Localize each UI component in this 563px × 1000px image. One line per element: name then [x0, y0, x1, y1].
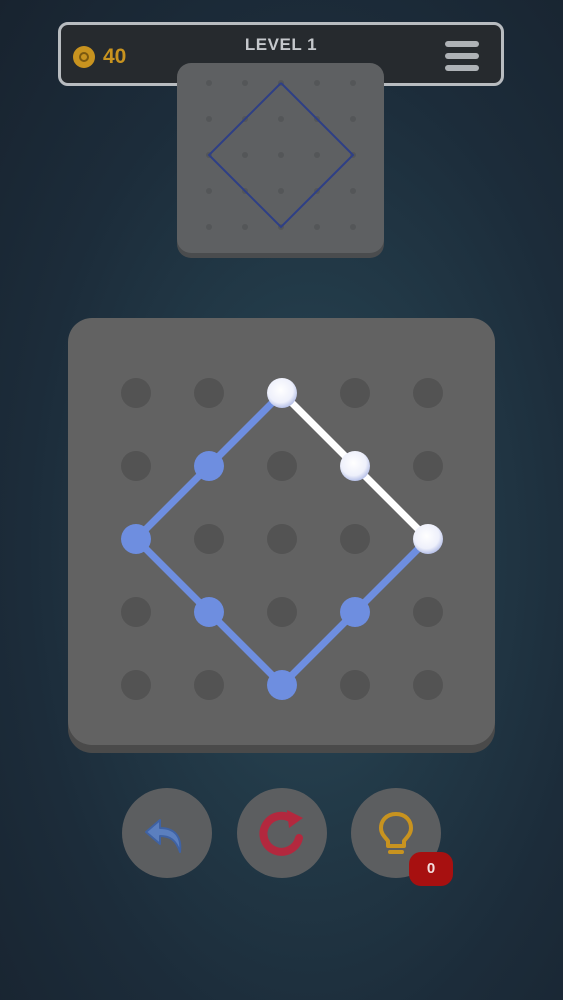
target-dot: [278, 152, 284, 158]
connected-node[interactable]: [340, 597, 370, 627]
grid-dot[interactable]: [340, 524, 370, 554]
grid-dot[interactable]: [121, 597, 151, 627]
grid-dot[interactable]: [194, 524, 224, 554]
grid-dot[interactable]: [267, 451, 297, 481]
target-dot: [242, 152, 248, 158]
grid-dot[interactable]: [267, 524, 297, 554]
connected-node[interactable]: [194, 597, 224, 627]
grid-dot[interactable]: [267, 597, 297, 627]
grid-dot[interactable]: [413, 597, 443, 627]
grid-dot[interactable]: [413, 670, 443, 700]
dot-grid[interactable]: [68, 318, 495, 745]
grid-dot[interactable]: [194, 670, 224, 700]
target-dot: [350, 116, 356, 122]
target-dot: [206, 224, 212, 230]
target-dot: [242, 80, 248, 86]
active-node[interactable]: [267, 378, 297, 408]
hamburger-menu-icon[interactable]: [445, 41, 479, 71]
target-dot: [206, 80, 212, 86]
grid-dot[interactable]: [121, 378, 151, 408]
target-dot: [278, 188, 284, 194]
connected-node[interactable]: [267, 670, 297, 700]
grid-dot[interactable]: [121, 451, 151, 481]
grid-dot[interactable]: [121, 670, 151, 700]
target-dot: [242, 224, 248, 230]
target-shape: [206, 80, 356, 230]
target-dot: [206, 188, 212, 194]
restart-button[interactable]: [237, 788, 327, 878]
grid-dot[interactable]: [194, 378, 224, 408]
active-node[interactable]: [413, 524, 443, 554]
target-dot: [278, 116, 284, 122]
target-dot: [206, 116, 212, 122]
target-shape-preview: [177, 63, 384, 253]
active-node[interactable]: [340, 451, 370, 481]
grid-dot[interactable]: [413, 451, 443, 481]
target-dot: [350, 224, 356, 230]
target-dot: [314, 80, 320, 86]
grid-dot[interactable]: [340, 670, 370, 700]
level-title: LEVEL 1: [244, 35, 318, 54]
target-dot: [350, 188, 356, 194]
connected-node[interactable]: [121, 524, 151, 554]
undo-button[interactable]: [122, 788, 212, 878]
restart-arrow-icon: [259, 810, 303, 856]
grid-dot[interactable]: [340, 378, 370, 408]
grid-dot[interactable]: [413, 378, 443, 408]
undo-arrow-icon: [145, 819, 182, 853]
target-dot: [314, 152, 320, 158]
connected-node[interactable]: [194, 451, 224, 481]
target-dot: [350, 80, 356, 86]
hint-count-badge: 0: [409, 852, 453, 886]
game-board[interactable]: [68, 318, 495, 745]
target-dot: [314, 224, 320, 230]
